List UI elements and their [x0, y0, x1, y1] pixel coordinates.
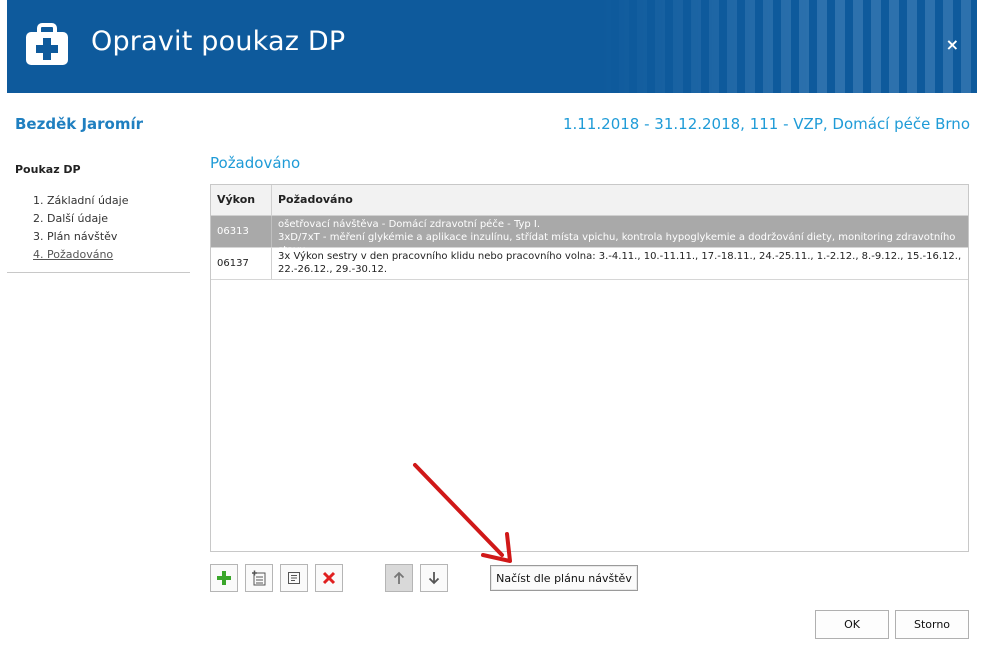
edit-icon [288, 572, 300, 584]
row-code: 06137 [211, 248, 272, 279]
arrow-down-icon [428, 572, 440, 585]
column-header-code[interactable]: Výkon [211, 185, 272, 215]
row-requested: 3x Výkon sestry v den pracovního klidu n… [272, 248, 968, 279]
row-requested: ošetřovací návštěva - Domácí zdravotní p… [272, 216, 968, 256]
referral-period: 1.11.2018 - 31.12.2018, 111 - VZP, Domác… [563, 115, 970, 133]
nav-list: 1. Základní údaje 2. Další údaje 3. Plán… [33, 192, 128, 264]
add-button[interactable] [210, 564, 238, 592]
ok-button[interactable]: OK [815, 610, 889, 639]
medical-case-icon [26, 23, 68, 65]
nav-divider [7, 272, 190, 273]
nav-item-basic-info[interactable]: 1. Základní údaje [33, 192, 128, 210]
row-requested-line1: ošetřovací návštěva - Domácí zdravotní p… [278, 219, 541, 230]
table-row[interactable]: 06137 3x Výkon sestry v den pracovního k… [211, 248, 968, 280]
insert-row-icon [252, 570, 266, 586]
edit-button[interactable] [280, 564, 308, 592]
arrow-up-icon [393, 571, 405, 584]
close-icon[interactable]: × [946, 35, 959, 54]
table-header: Výkon Požadováno [211, 185, 968, 216]
insert-row-button[interactable] [245, 564, 273, 592]
nav-title: Poukaz DP [15, 163, 81, 176]
column-header-requested[interactable]: Požadováno [272, 185, 968, 215]
row-code: 06313 [211, 216, 272, 247]
nav-item-visit-plan[interactable]: 3. Plán návštěv [33, 228, 128, 246]
add-icon [217, 571, 231, 585]
nav-item-requested[interactable]: 4. Požadováno [33, 246, 128, 264]
dialog-title: Opravit poukaz DP [91, 26, 346, 57]
load-from-plan-button[interactable]: Načíst dle plánu návštěv [490, 565, 638, 591]
row-requested-line2: 22.-26.12., 29.-30.12. [278, 264, 387, 275]
requested-table: Výkon Požadováno 06313 ošetřovací návště… [210, 184, 969, 552]
delete-button[interactable] [315, 564, 343, 592]
cancel-button[interactable]: Storno [895, 610, 969, 639]
move-up-button[interactable] [385, 564, 413, 592]
nav-item-other-info[interactable]: 2. Další údaje [33, 210, 128, 228]
row-requested-line1: 3x Výkon sestry v den pracovního klidu n… [278, 251, 962, 262]
header-pattern [597, 0, 977, 93]
delete-icon [322, 571, 336, 585]
move-down-button[interactable] [420, 564, 448, 592]
dialog-header: Opravit poukaz DP × [7, 0, 977, 93]
table-row[interactable]: 06313 ošetřovací návštěva - Domácí zdrav… [211, 216, 968, 256]
patient-name: Bezděk Jaromír [15, 115, 144, 133]
section-title: Požadováno [210, 154, 301, 172]
